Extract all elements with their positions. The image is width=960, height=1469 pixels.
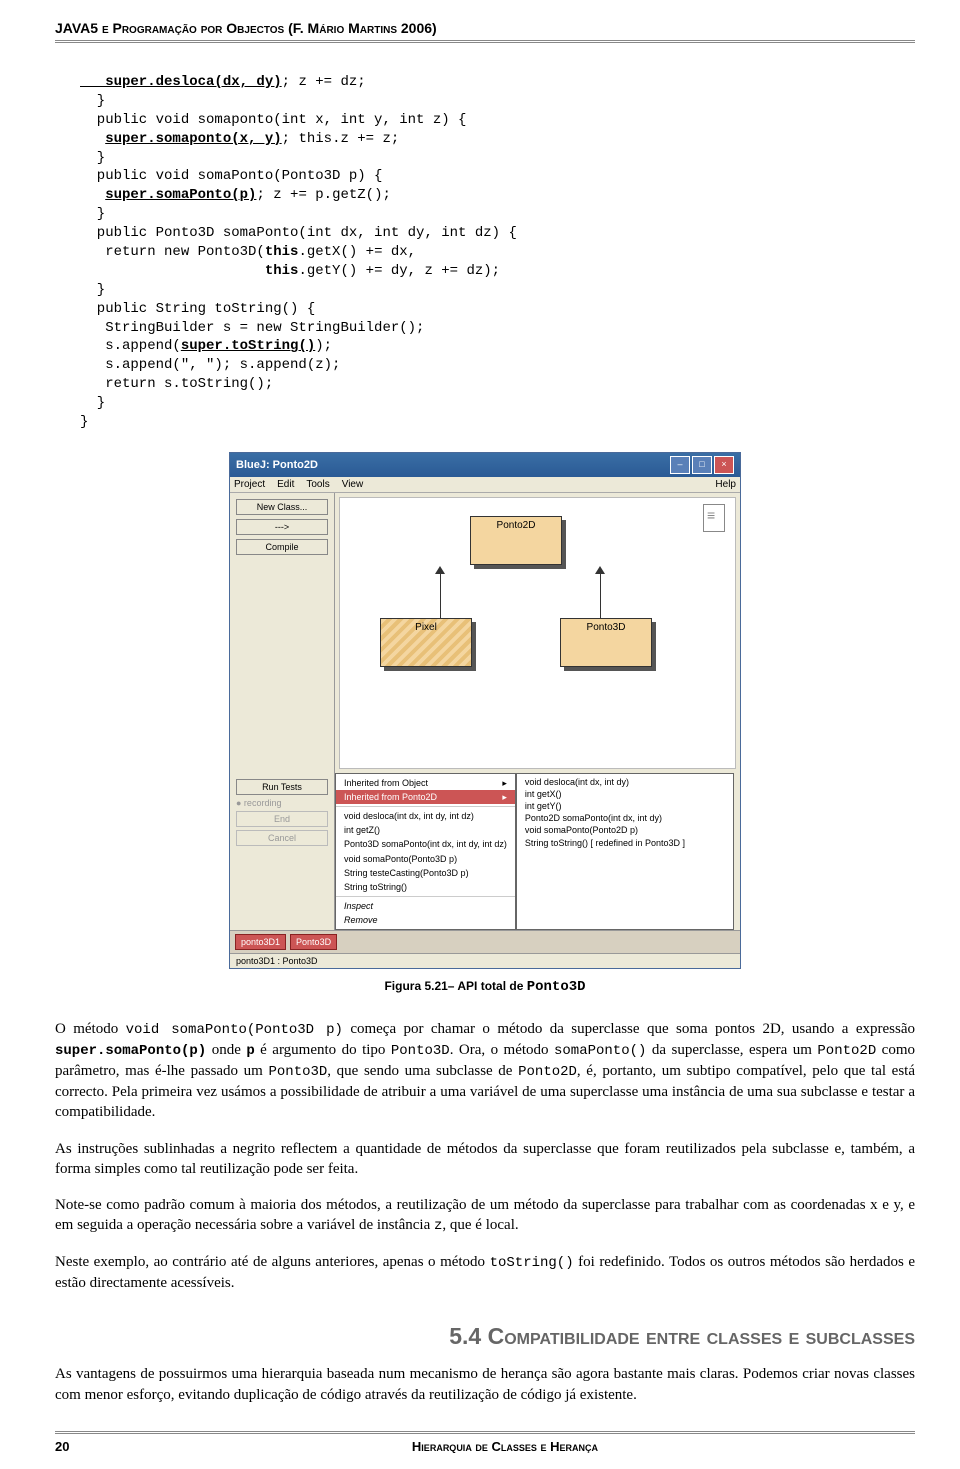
run-tests-button[interactable]: Run Tests (236, 779, 328, 795)
class-box-ponto2d[interactable]: Ponto2D (470, 516, 562, 565)
menu-help[interactable]: Help (715, 479, 736, 490)
menu-inherited-object[interactable]: Inherited from Object▸ (336, 776, 515, 790)
compile-button[interactable]: Compile (236, 539, 328, 555)
class-box-pixel[interactable]: Pixel (380, 618, 472, 667)
minimize-icon[interactable]: – (670, 456, 690, 474)
object-bench: ponto3D1 Ponto3D (230, 930, 740, 953)
page-number: 20 (55, 1439, 95, 1454)
inheritance-arrow-icon (595, 566, 605, 574)
inheritance-arrow-icon (435, 566, 445, 574)
bluej-window: BlueJ: Ponto2D – □ × Project Edit Tools … (229, 452, 741, 969)
menu-tools[interactable]: Tools (306, 479, 329, 490)
paragraph: Note-se como padrão comum à maioria dos … (55, 1195, 915, 1236)
chevron-right-icon: ▸ (502, 777, 507, 789)
page-header: JAVA5 e Programação por Objectos (F. Már… (55, 20, 915, 43)
code-listing: super.desloca(dx, dy); z += dz; } public… (80, 73, 915, 432)
context-submenu: void desloca(int dx, int dy) int getX() … (516, 773, 734, 930)
recording-label: ● recording (236, 798, 328, 808)
bluej-titlebar: BlueJ: Ponto2D – □ × (230, 453, 740, 477)
section-heading: 5.4 Compatibilidade entre classes e subc… (55, 1323, 915, 1350)
menu-project[interactable]: Project (234, 479, 265, 490)
figure-5-21: BlueJ: Ponto2D – □ × Project Edit Tools … (55, 452, 915, 969)
submenu-method[interactable]: Ponto2D somaPonto(int dx, int dy) (525, 812, 725, 824)
context-menu: Inherited from Object▸ Inherited from Po… (335, 773, 516, 930)
menu-method[interactable]: void desloca(int dx, int dy, int dz) (336, 809, 515, 823)
class-diagram-canvas: Ponto2D Pixel Ponto3D (339, 497, 736, 769)
paragraph: As instruções sublinhadas a negrito refl… (55, 1139, 915, 1180)
submenu-method[interactable]: int getY() (525, 800, 725, 812)
submenu-method[interactable]: int getX() (525, 788, 725, 800)
page-footer: 20 Hierarquia de Classes e Herança (55, 1431, 915, 1454)
maximize-icon[interactable]: □ (692, 456, 712, 474)
figure-caption: Figura 5.21– API total de Ponto3D (55, 979, 915, 995)
context-area: Run Tests ● recording End Cancel Inherit… (230, 773, 740, 968)
end-button: End (236, 811, 328, 827)
menu-edit[interactable]: Edit (277, 479, 294, 490)
left-toolbar: New Class... ---> Compile (230, 493, 335, 773)
object-instance[interactable]: ponto3D1 (235, 934, 286, 950)
close-icon[interactable]: × (714, 456, 734, 474)
cancel-button: Cancel (236, 830, 328, 846)
class-box-ponto3d[interactable]: Ponto3D (560, 618, 652, 667)
status-bar: ponto3D1 : Ponto3D (230, 953, 740, 968)
submenu-method[interactable]: void somaPonto(Ponto2D p) (525, 824, 725, 836)
menu-method[interactable]: String testeCasting(Ponto3D p) (336, 866, 515, 880)
submenu-method[interactable]: String toString() [ redefined in Ponto3D… (525, 837, 725, 849)
menu-method[interactable]: String toString() (336, 880, 515, 894)
object-instance[interactable]: Ponto3D (290, 934, 337, 950)
doc-icon (703, 504, 725, 532)
new-class-button[interactable]: New Class... (236, 499, 328, 515)
menu-remove[interactable]: Remove (336, 913, 515, 927)
paragraph: Neste exemplo, ao contrário até de algun… (55, 1252, 915, 1293)
paragraph: O método void somaPonto(Ponto3D p) começ… (55, 1019, 915, 1122)
menu-view[interactable]: View (342, 479, 364, 490)
submenu-method[interactable]: void desloca(int dx, int dy) (525, 776, 725, 788)
arrow-button[interactable]: ---> (236, 519, 328, 535)
menu-method[interactable]: Ponto3D somaPonto(int dx, int dy, int dz… (336, 837, 515, 851)
menubar: Project Edit Tools View Help (230, 477, 740, 493)
menu-inspect[interactable]: Inspect (336, 899, 515, 913)
chapter-title: Hierarquia de Classes e Herança (95, 1439, 915, 1454)
chevron-right-icon: ▸ (502, 791, 507, 803)
menu-method[interactable]: void somaPonto(Ponto3D p) (336, 852, 515, 866)
paragraph: As vantagens de possuirmos uma hierarqui… (55, 1364, 915, 1405)
window-title: BlueJ: Ponto2D (236, 459, 318, 471)
menu-method[interactable]: int getZ() (336, 823, 515, 837)
menu-inherited-ponto2d[interactable]: Inherited from Ponto2D▸ (336, 790, 515, 804)
